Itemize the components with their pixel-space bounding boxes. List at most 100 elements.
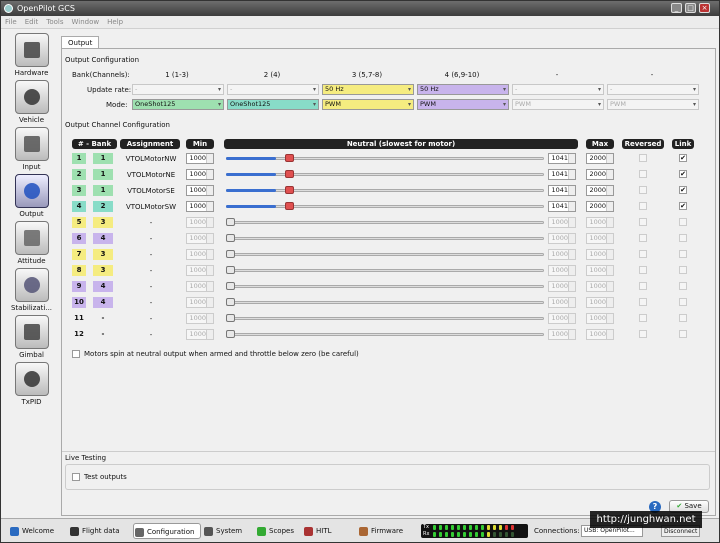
max-spinbox-6[interactable]: 1000 (586, 233, 614, 244)
max-spinbox-10[interactable]: 1000 (586, 297, 614, 308)
update-rate-select-1[interactable]: - ▾ (132, 84, 224, 95)
max-spinbox-2[interactable]: 2000 (586, 169, 614, 180)
neutral-spinbox-12[interactable]: 1000 (548, 329, 576, 340)
update-rate-select-3[interactable]: 50 Hz ▾ (322, 84, 414, 95)
neutral-slider-handle-1[interactable] (285, 154, 294, 162)
tab-hitl[interactable]: HITL (303, 523, 332, 539)
sidebar-item-gimbal[interactable]: Gimbal (4, 315, 59, 359)
neutral-slider-handle-4[interactable] (285, 202, 294, 210)
mode-select-3[interactable]: PWM ▾ (322, 99, 414, 110)
update-rate-select-2[interactable]: - ▾ (227, 84, 319, 95)
link-checkbox-5[interactable] (679, 218, 687, 226)
neutral-slider-handle-3[interactable] (285, 186, 294, 194)
mode-select-6[interactable]: PWM ▾ (607, 99, 699, 110)
max-spinbox-5[interactable]: 1000 (586, 217, 614, 228)
reversed-checkbox-1[interactable] (639, 154, 647, 162)
min-spinbox-8[interactable]: 1000 (186, 265, 214, 276)
tab-welcome[interactable]: Welcome (9, 523, 54, 539)
link-checkbox-8[interactable] (679, 266, 687, 274)
min-spinbox-10[interactable]: 1000 (186, 297, 214, 308)
neutral-slider-handle-11[interactable] (226, 314, 235, 322)
tab-flight-data[interactable]: Flight data (69, 523, 120, 539)
neutral-spinbox-1[interactable]: 1041 (548, 153, 576, 164)
menu-edit[interactable]: Edit (21, 16, 43, 29)
mode-select-5[interactable]: PWM ▾ (512, 99, 604, 110)
neutral-slider-handle-8[interactable] (226, 266, 235, 274)
neutral-spinbox-6[interactable]: 1000 (548, 233, 576, 244)
neutral-slider-handle-10[interactable] (226, 298, 235, 306)
neutral-spinbox-10[interactable]: 1000 (548, 297, 576, 308)
link-checkbox-11[interactable] (679, 314, 687, 322)
min-spinbox-1[interactable]: 1000 (186, 153, 214, 164)
maximize-button[interactable]: □ (685, 3, 696, 13)
reversed-checkbox-9[interactable] (639, 282, 647, 290)
reversed-checkbox-10[interactable] (639, 298, 647, 306)
max-spinbox-11[interactable]: 1000 (586, 313, 614, 324)
close-button[interactable]: × (699, 3, 710, 13)
max-spinbox-3[interactable]: 2000 (586, 185, 614, 196)
min-spinbox-12[interactable]: 1000 (186, 329, 214, 340)
link-checkbox-4[interactable]: ✔ (679, 202, 687, 210)
min-spinbox-11[interactable]: 1000 (186, 313, 214, 324)
neutral-spinbox-5[interactable]: 1000 (548, 217, 576, 228)
min-spinbox-7[interactable]: 1000 (186, 249, 214, 260)
neutral-slider-handle-9[interactable] (226, 282, 235, 290)
neutral-slider-handle-7[interactable] (226, 250, 235, 258)
reversed-checkbox-7[interactable] (639, 250, 647, 258)
neutral-spinbox-7[interactable]: 1000 (548, 249, 576, 260)
link-checkbox-7[interactable] (679, 250, 687, 258)
minimize-button[interactable]: _ (671, 3, 682, 13)
neutral-spinbox-8[interactable]: 1000 (548, 265, 576, 276)
sidebar-item-attitude[interactable]: Attitude (4, 221, 59, 265)
update-rate-select-6[interactable]: - ▾ (607, 84, 699, 95)
motors-spin-checkbox[interactable] (72, 350, 80, 358)
min-spinbox-3[interactable]: 1000 (186, 185, 214, 196)
mode-select-4[interactable]: PWM ▾ (417, 99, 509, 110)
neutral-spinbox-2[interactable]: 1041 (548, 169, 576, 180)
tab-system[interactable]: System (203, 523, 242, 539)
sidebar-item-output[interactable]: Output (4, 174, 59, 218)
max-spinbox-9[interactable]: 1000 (586, 281, 614, 292)
max-spinbox-4[interactable]: 2000 (586, 201, 614, 212)
min-spinbox-9[interactable]: 1000 (186, 281, 214, 292)
max-spinbox-1[interactable]: 2000 (586, 153, 614, 164)
reversed-checkbox-4[interactable] (639, 202, 647, 210)
sidebar-item-txpid[interactable]: TxPID (4, 362, 59, 406)
tab-scopes[interactable]: Scopes (256, 523, 294, 539)
sidebar-item-stabilizati[interactable]: Stabilizati... (4, 268, 59, 312)
link-checkbox-9[interactable] (679, 282, 687, 290)
neutral-spinbox-3[interactable]: 1041 (548, 185, 576, 196)
min-spinbox-2[interactable]: 1000 (186, 169, 214, 180)
reversed-checkbox-8[interactable] (639, 266, 647, 274)
link-checkbox-10[interactable] (679, 298, 687, 306)
reversed-checkbox-5[interactable] (639, 218, 647, 226)
max-spinbox-8[interactable]: 1000 (586, 265, 614, 276)
link-checkbox-6[interactable] (679, 234, 687, 242)
menu-file[interactable]: File (1, 16, 21, 29)
neutral-slider-handle-12[interactable] (226, 330, 235, 338)
neutral-slider-handle-5[interactable] (226, 218, 235, 226)
neutral-spinbox-11[interactable]: 1000 (548, 313, 576, 324)
sidebar-item-vehicle[interactable]: Vehicle (4, 80, 59, 124)
reversed-checkbox-3[interactable] (639, 186, 647, 194)
sidebar-item-input[interactable]: Input (4, 127, 59, 171)
max-spinbox-7[interactable]: 1000 (586, 249, 614, 260)
tab-firmware[interactable]: Firmware (358, 523, 403, 539)
neutral-spinbox-4[interactable]: 1041 (548, 201, 576, 212)
link-checkbox-3[interactable]: ✔ (679, 186, 687, 194)
link-checkbox-12[interactable] (679, 330, 687, 338)
neutral-slider-handle-6[interactable] (226, 234, 235, 242)
min-spinbox-5[interactable]: 1000 (186, 217, 214, 228)
mode-select-1[interactable]: OneShot125 ▾ (132, 99, 224, 110)
min-spinbox-6[interactable]: 1000 (186, 233, 214, 244)
min-spinbox-4[interactable]: 1000 (186, 201, 214, 212)
reversed-checkbox-12[interactable] (639, 330, 647, 338)
reversed-checkbox-11[interactable] (639, 314, 647, 322)
tab-configuration[interactable]: Configuration (133, 523, 202, 539)
menu-tools[interactable]: Tools (42, 16, 67, 29)
update-rate-select-5[interactable]: - ▾ (512, 84, 604, 95)
link-checkbox-2[interactable]: ✔ (679, 170, 687, 178)
neutral-spinbox-9[interactable]: 1000 (548, 281, 576, 292)
reversed-checkbox-6[interactable] (639, 234, 647, 242)
menu-help[interactable]: Help (103, 16, 127, 29)
